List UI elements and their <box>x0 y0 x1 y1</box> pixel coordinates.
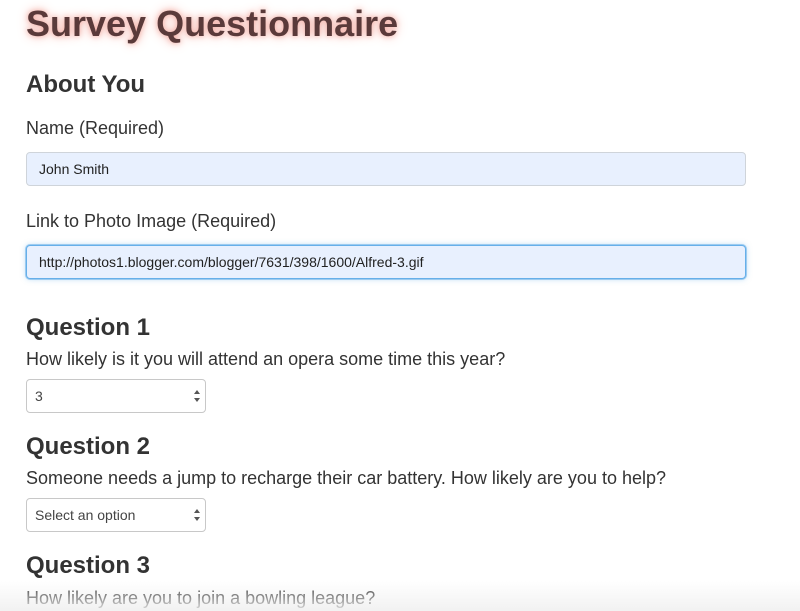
question-2-text: Someone needs a jump to recharge their c… <box>26 468 667 488</box>
question-1-heading: Question 1 <box>26 314 151 341</box>
question-2-select[interactable]: Select an option <box>26 498 206 532</box>
question-2-heading: Question 2 <box>26 433 151 460</box>
about-you-heading: About You <box>26 71 146 98</box>
question-3-heading: Question 3 <box>26 552 151 579</box>
page-title: Survey Questionnaire <box>26 3 399 44</box>
question-2-selected-value: Select an option <box>35 507 136 523</box>
question-1-selected-value: 3 <box>35 388 43 404</box>
photo-link-input[interactable] <box>26 245 746 279</box>
survey-page: Survey Questionnaire About You Name (Req… <box>0 0 800 611</box>
question-1-text: How likely is it you will attend an oper… <box>26 349 506 369</box>
name-label: Name (Required) <box>26 118 165 138</box>
chevron-up-down-icon <box>194 390 200 402</box>
question-1-select[interactable]: 3 <box>26 379 206 413</box>
name-input[interactable] <box>26 152 746 186</box>
question-3-text: How likely are you to join a bowling lea… <box>26 588 376 608</box>
photo-link-label: Link to Photo Image (Required) <box>26 211 277 231</box>
chevron-up-down-icon <box>194 509 200 521</box>
